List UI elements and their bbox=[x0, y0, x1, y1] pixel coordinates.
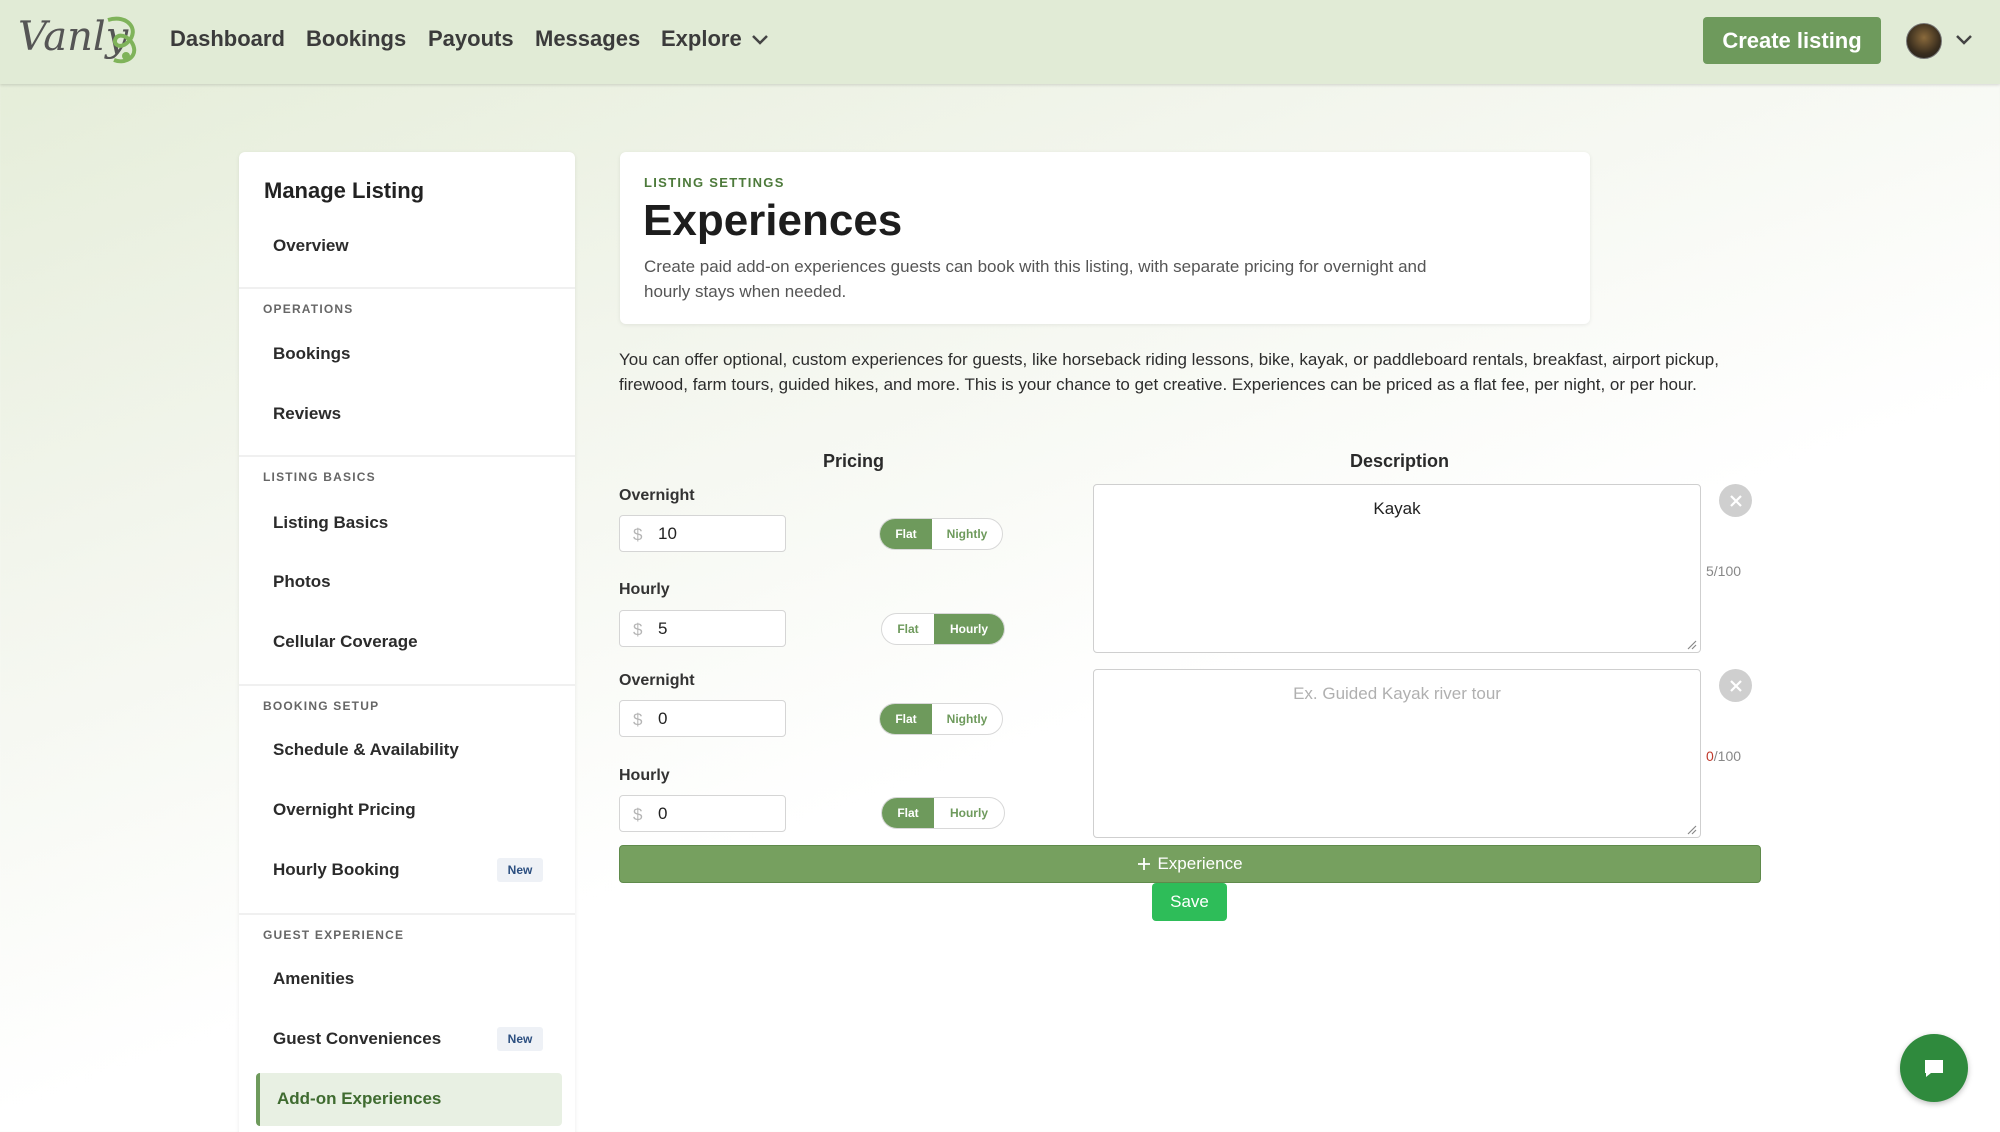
nav-bookings[interactable]: Bookings bbox=[306, 26, 406, 52]
flat-option[interactable]: Flat bbox=[880, 519, 932, 549]
char-counter: 5/100 bbox=[1706, 563, 1741, 579]
hourly-label: Hourly bbox=[619, 581, 670, 598]
flat-option[interactable]: Flat bbox=[880, 704, 932, 734]
chat-icon bbox=[1925, 1060, 1943, 1077]
experience-description-input[interactable]: Kayak bbox=[1093, 484, 1701, 653]
sidebar-section-listing-basics: LISTING BASICS bbox=[263, 470, 376, 484]
sidebar-item-overview[interactable]: Overview bbox=[273, 236, 349, 256]
sidebar-item-reviews[interactable]: Reviews bbox=[273, 404, 341, 424]
hourly-price-input[interactable] bbox=[658, 801, 778, 827]
hourly-pricing-toggle: Flat Hourly bbox=[881, 797, 1005, 829]
overnight-pricing-toggle: Flat Nightly bbox=[879, 518, 1003, 550]
hourly-price-field: $ bbox=[619, 610, 786, 647]
sidebar-item-guest-conveniences[interactable]: Guest Conveniences bbox=[273, 1029, 441, 1049]
page-header-card: LISTING SETTINGS Experiences Create paid… bbox=[620, 152, 1590, 324]
pricing-column-header: Pricing bbox=[823, 451, 885, 471]
sidebar-item-overnight-pricing[interactable]: Overnight Pricing bbox=[273, 800, 416, 820]
sidebar-divider bbox=[239, 913, 575, 915]
hourly-label: Hourly bbox=[619, 767, 670, 784]
currency-symbol: $ bbox=[633, 710, 643, 729]
hourly-option[interactable]: Hourly bbox=[934, 798, 1004, 828]
overnight-price-input[interactable] bbox=[658, 521, 778, 547]
add-experience-button[interactable]: Experience bbox=[619, 845, 1761, 883]
char-count-used: 0 bbox=[1706, 748, 1714, 764]
sidebar-divider bbox=[239, 287, 575, 289]
nav-payouts[interactable]: Payouts bbox=[428, 26, 514, 52]
nav-dashboard[interactable]: Dashboard bbox=[170, 26, 285, 52]
sidebar-item-addon-experiences[interactable]: Add-on Experiences bbox=[256, 1073, 562, 1126]
char-counter: 0/100 bbox=[1706, 748, 1741, 764]
nav-explore-label: Explore bbox=[661, 26, 742, 51]
currency-symbol: $ bbox=[633, 805, 643, 824]
sidebar-item-bookings[interactable]: Bookings bbox=[273, 344, 350, 364]
nightly-option[interactable]: Nightly bbox=[932, 704, 1002, 734]
sidebar-item-schedule[interactable]: Schedule & Availability bbox=[273, 740, 459, 760]
sidebar-item-cellular-coverage[interactable]: Cellular Coverage bbox=[273, 632, 418, 652]
top-nav: Vanly Dashboard Bookings Payouts Message… bbox=[0, 0, 2000, 84]
close-icon bbox=[1729, 679, 1742, 692]
manage-listing-sidebar: Manage Listing Overview OPERATIONS Booki… bbox=[239, 152, 575, 1132]
description-column-header: Description bbox=[1350, 451, 1450, 471]
hourly-price-field: $ bbox=[619, 795, 786, 832]
nav-explore[interactable]: Explore bbox=[661, 26, 770, 52]
add-experience-label: Experience bbox=[1157, 854, 1243, 873]
new-badge: New bbox=[497, 858, 543, 882]
sidebar-item-photos[interactable]: Photos bbox=[273, 572, 331, 592]
resize-grip-icon[interactable] bbox=[1685, 823, 1697, 835]
page-eyebrow: LISTING SETTINGS bbox=[644, 175, 785, 190]
nightly-option[interactable]: Nightly bbox=[932, 519, 1002, 549]
resize-grip-icon[interactable] bbox=[1685, 638, 1697, 650]
nav-messages[interactable]: Messages bbox=[535, 26, 640, 52]
overnight-price-field: $ bbox=[619, 700, 786, 737]
hourly-option[interactable]: Hourly bbox=[934, 614, 1004, 644]
overnight-price-field: $ bbox=[619, 515, 786, 552]
sidebar-section-guest-experience: GUEST EXPERIENCE bbox=[263, 928, 405, 942]
overnight-label: Overnight bbox=[619, 487, 695, 504]
remove-experience-button[interactable] bbox=[1719, 669, 1752, 702]
sidebar-divider bbox=[239, 455, 575, 457]
save-button[interactable]: Save bbox=[1152, 883, 1227, 921]
sidebar-item-label: Add-on Experiences bbox=[277, 1089, 442, 1108]
plus-icon bbox=[1138, 858, 1151, 870]
sidebar-section-operations: OPERATIONS bbox=[263, 302, 354, 316]
new-badge: New bbox=[497, 1027, 543, 1051]
sidebar-title: Manage Listing bbox=[264, 178, 425, 203]
overnight-label: Overnight bbox=[619, 672, 695, 689]
chevron-down-icon[interactable] bbox=[1954, 32, 1974, 46]
char-count-max: /100 bbox=[1713, 748, 1742, 764]
flat-option[interactable]: Flat bbox=[882, 614, 934, 644]
char-count-max: /100 bbox=[1713, 563, 1742, 579]
sidebar-item-amenities[interactable]: Amenities bbox=[273, 969, 354, 989]
char-count-used: 5 bbox=[1706, 563, 1714, 579]
hourly-price-input[interactable] bbox=[658, 616, 778, 642]
page-title: Experiences bbox=[643, 196, 903, 245]
overnight-pricing-toggle: Flat Nightly bbox=[879, 703, 1003, 735]
vanly-logo[interactable]: Vanly bbox=[16, 12, 144, 66]
chevron-down-icon bbox=[751, 35, 768, 45]
page-subtitle: Create paid add-on experiences guests ca… bbox=[644, 257, 1427, 301]
intro-text: You can offer optional, custom experienc… bbox=[619, 350, 1719, 394]
experience-description-input[interactable] bbox=[1093, 669, 1701, 838]
user-avatar[interactable] bbox=[1906, 23, 1942, 59]
create-listing-button[interactable]: Create listing bbox=[1703, 17, 1881, 64]
sidebar-item-hourly-booking[interactable]: Hourly Booking bbox=[273, 860, 400, 880]
overnight-price-input[interactable] bbox=[658, 706, 778, 732]
flat-option[interactable]: Flat bbox=[882, 798, 934, 828]
sidebar-divider bbox=[239, 684, 575, 686]
chat-button[interactable] bbox=[1900, 1034, 1968, 1102]
close-icon bbox=[1729, 494, 1742, 507]
remove-experience-button[interactable] bbox=[1719, 484, 1752, 517]
hourly-pricing-toggle: Flat Hourly bbox=[881, 613, 1005, 645]
sidebar-item-listing-basics[interactable]: Listing Basics bbox=[273, 513, 388, 533]
currency-symbol: $ bbox=[633, 620, 643, 639]
sidebar-section-booking-setup: BOOKING SETUP bbox=[263, 699, 380, 713]
currency-symbol: $ bbox=[633, 525, 643, 544]
